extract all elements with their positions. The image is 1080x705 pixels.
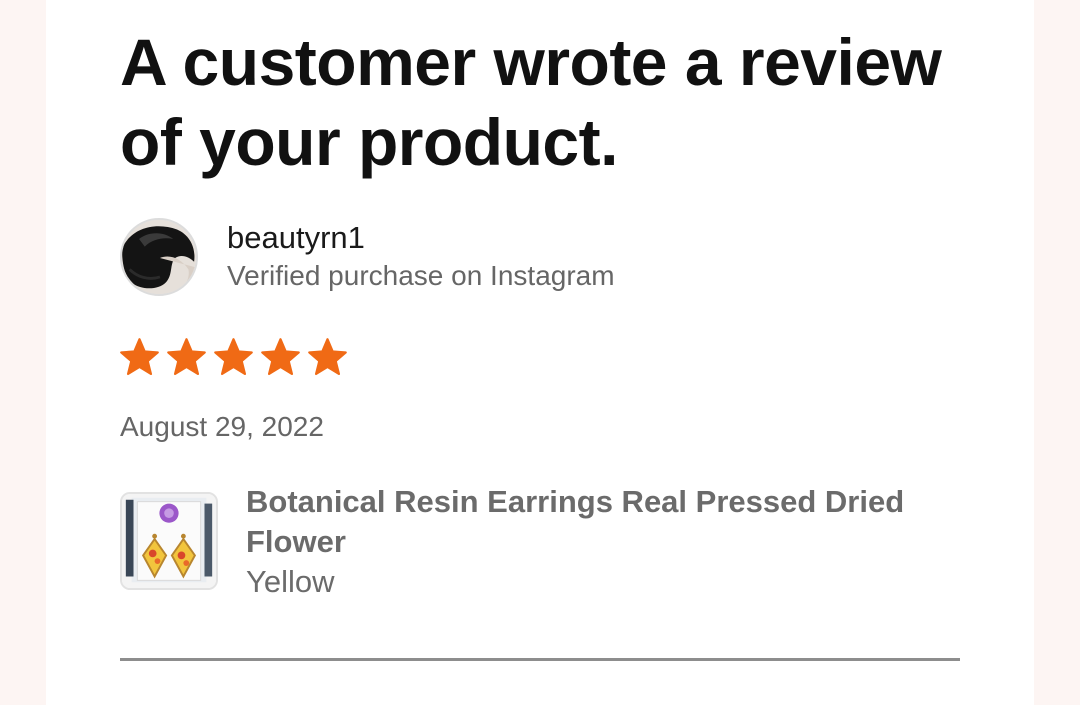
review-date: August 29, 2022 — [120, 411, 324, 442]
review-notification-card: A customer wrote a review of your produc… — [46, 0, 1034, 705]
page-title: A customer wrote a review of your produc… — [120, 25, 942, 179]
avatar-photo-icon — [122, 220, 196, 294]
star-icon — [120, 338, 159, 376]
divider — [120, 658, 960, 661]
product-thumbnail[interactable] — [120, 492, 218, 590]
star-icon — [214, 338, 253, 376]
star-icon — [308, 338, 347, 376]
avatar — [120, 218, 198, 296]
star-icon — [261, 338, 300, 376]
product-title[interactable]: Botanical Resin Earrings Real Pressed Dr… — [246, 482, 926, 562]
product-variant: Yellow — [246, 564, 335, 599]
product-item[interactable]: Botanical Resin Earrings Real Pressed Dr… — [120, 482, 940, 602]
earrings-photo-icon — [122, 494, 216, 588]
star-icon — [167, 338, 206, 376]
star-rating — [118, 336, 349, 380]
reviewer-name: beautyrn1 — [227, 220, 365, 255]
verified-purchase-label: Verified purchase on Instagram — [227, 260, 615, 291]
reviewer-info: beautyrn1 Verified purchase on Instagram — [120, 218, 920, 298]
